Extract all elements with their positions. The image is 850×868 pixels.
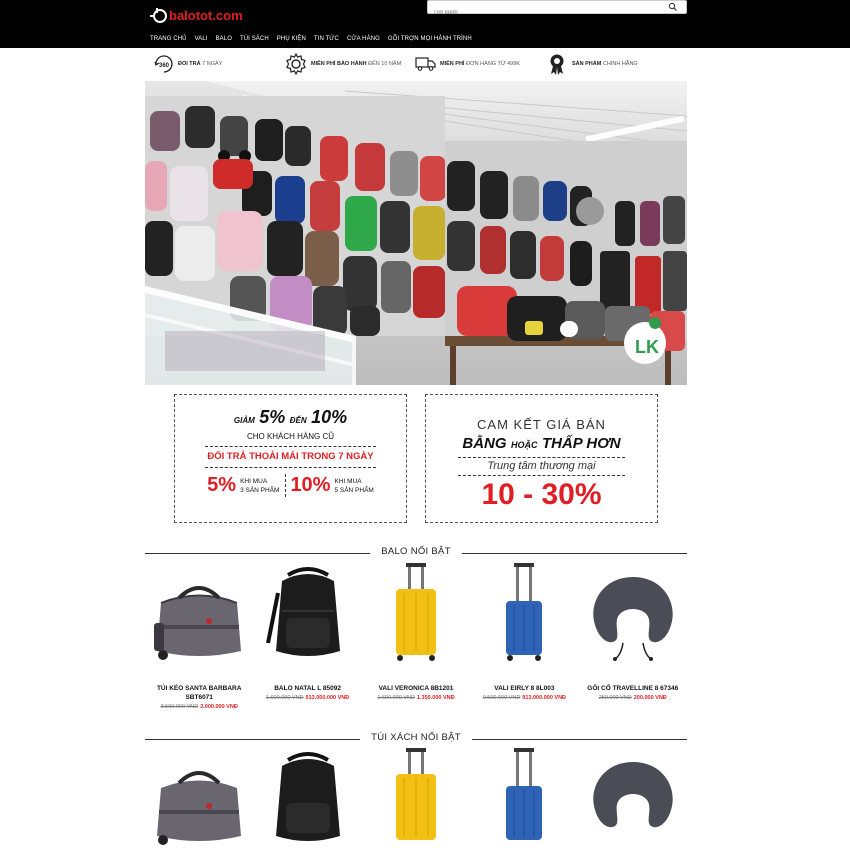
nav-item-tin-tuc[interactable]: TIN TỨC (314, 36, 339, 42)
benefit-returns-bold: ĐỔI TRẢ (178, 61, 201, 67)
section-title-balo-text: BALO NỔI BẬT (375, 546, 457, 557)
section-title-tui-xach-text: TÚI XÁCH NỔI BẬT (365, 732, 467, 743)
product-old-price: 1.600.000 VNĐ (265, 695, 304, 701)
promo2-line1: CAM KẾT GIÁ BÁN (477, 417, 606, 432)
product-old-price: 250.000 VNĐ (598, 695, 632, 701)
benefit-shipping-bold: MIỄN PHÍ (440, 61, 465, 67)
gear-icon (286, 52, 306, 76)
promo1-right-t2: 5 SẢN PHẨM (334, 486, 374, 494)
product-old-price: 1.600.000 VNĐ (377, 695, 415, 701)
benefit-authentic-bold: SẢN PHẨM (572, 61, 602, 67)
benefit-warranty: MIỄN PHÍ BẢO HÀNH ĐẾN 10 NĂM (284, 50, 401, 78)
site-logo[interactable]: balotot.com (148, 4, 243, 26)
product-card[interactable]: VALI EIRLY 8 8L003 0.500.000 VNĐ 913.000.… (470, 563, 578, 710)
product-name[interactable]: GỐI CỔ TRAVELLINE 8 67346 (579, 684, 687, 693)
benefit-returns-light: 7 NGÀY (202, 61, 223, 67)
nav-item-cua-hang[interactable]: CỬA HÀNG (347, 36, 380, 42)
nav-item-balo[interactable]: BALO (216, 36, 232, 42)
promo1-a: 5% (259, 407, 286, 427)
promo1-left-t1: KHI MUA (240, 477, 268, 485)
store-photo: LK (145, 81, 687, 385)
benefits-bar: 360 ĐỔI TRẢ 7 NGÀY MIỄN PHÍ BẢO HÀNH ĐẾN… (145, 50, 687, 78)
nav-item-goi[interactable]: GỐI TRỢN MỌI HÀNH TRÌNH (388, 36, 472, 42)
duffel-bag-icon (154, 586, 242, 660)
promo1-returns: ĐỔI TRẢ THOẢI MÁI TRONG 7 NGÀY (207, 451, 374, 462)
benefit-authentic-light: CHÍNH HÃNG (602, 61, 638, 67)
product-new-price: 200.000 VNĐ (633, 695, 667, 701)
yellow-suitcase-icon (395, 748, 436, 840)
award-icon (550, 54, 564, 75)
backpack-icon (265, 567, 340, 656)
promo2-line3: Trung tâm thương mại (487, 460, 596, 472)
promo2-line4: 10 - 30% (481, 478, 602, 511)
promo1-right-pct: 10% (290, 474, 331, 496)
search-input[interactable] (428, 7, 663, 19)
hero-banner[interactable]: LK (145, 81, 687, 385)
benefit-shipping: MIỄN PHÍ ĐƠN HÀNG TỪ 499K (415, 50, 520, 78)
product-list-tui-xach (145, 748, 687, 863)
product-card[interactable] (253, 748, 361, 863)
benefit-shipping-light: ĐƠN HÀNG TỪ 499K (465, 61, 520, 67)
product-new-price: 2.000.000 VNĐ (200, 704, 238, 710)
nav-item-phu-kien[interactable]: PHỤ KIỆN (277, 36, 306, 42)
product-name[interactable]: VALI EIRLY 8 8L003 (470, 684, 578, 693)
promo1-left-t2: 3 SẢN PHẨM (240, 486, 280, 494)
duffel-bag-icon (157, 771, 242, 845)
nav-item-tui-sach[interactable]: TÚI SÁCH (240, 36, 269, 42)
product-name[interactable]: TÚI KÉO SANTA BARBARA SBT6071 (145, 684, 253, 702)
promo1-pre: GIẢM (233, 416, 255, 425)
product-name[interactable]: BALO NATAL L 85092 (253, 684, 361, 693)
product-card[interactable] (470, 748, 578, 863)
blue-suitcase-icon (506, 748, 543, 840)
nav-item-vali[interactable]: VALI (195, 36, 208, 42)
neck-pillow-icon (593, 577, 673, 661)
promo1-left-pct: 5% (207, 474, 237, 496)
backpack-icon (275, 752, 340, 841)
product-name[interactable]: VALI VERONICA 8B1201 (362, 684, 470, 693)
nav-item-home[interactable]: TRANG CHỦ (150, 36, 187, 42)
benefit-warranty-light: ĐẾN 10 NĂM (368, 61, 402, 67)
promo-discount[interactable]: GIẢM 5% ĐẾN 10% CHO KHÁCH HÀNG CŨ ĐỔI TR… (174, 394, 407, 523)
product-list-balo: TÚI KÉO SANTA BARBARA SBT6071 3.500.000 … (145, 563, 687, 710)
product-old-price: 0.500.000 VNĐ (482, 695, 521, 701)
promo-price-commitment[interactable]: CAM KẾT GIÁ BÁN BẰNG HOẶC THẤP HƠN Trung… (425, 394, 658, 523)
neck-pillow-icon (593, 762, 673, 828)
promo1-b: 10% (311, 407, 348, 427)
logo-text: balotot.com (169, 7, 243, 23)
blue-suitcase-icon (506, 563, 543, 661)
truck-icon (415, 57, 436, 71)
benefit-warranty-bold: MIỄN PHÍ BẢO HÀNH (311, 61, 367, 67)
product-card[interactable]: TÚI KÉO SANTA BARBARA SBT6071 3.500.000 … (145, 563, 253, 710)
promo2-line2-c: THẤP HƠN (541, 435, 621, 452)
product-card[interactable] (145, 748, 253, 863)
promo2-line2-a: BẰNG (462, 435, 507, 452)
benefit-returns: 360 ĐỔI TRẢ 7 NGÀY (153, 50, 222, 78)
product-card[interactable]: VALI VERONICA 8B1201 1.600.000 VNĐ 1.350.… (362, 563, 470, 710)
360-icon: 360 (154, 55, 173, 73)
logo-icon (150, 8, 167, 23)
search-box (427, 0, 687, 19)
promo1-subtitle: CHO KHÁCH HÀNG CŨ (246, 432, 335, 441)
product-card[interactable] (362, 748, 470, 863)
promo1-right-t1: KHI MUA (334, 477, 362, 485)
main-nav: TRANG CHỦ VALI BALO TÚI SÁCH PHỤ KIỆN TI… (150, 36, 480, 42)
product-new-price: 913.000.000 VNĐ (305, 695, 350, 701)
product-card[interactable]: GỐI CỔ TRAVELLINE 8 67346 250.000 VNĐ 200… (579, 563, 687, 710)
svg-text:LK: LK (635, 337, 659, 357)
product-old-price: 3.500.000 VNĐ (160, 704, 199, 710)
product-card[interactable] (579, 748, 687, 863)
promo2-line2-b: HOẶC (511, 440, 538, 450)
site-header: balotot.com TRANG CHỦ VALI BALO TÚI SÁCH… (0, 0, 850, 48)
yellow-suitcase-icon (395, 563, 436, 661)
section-title-balo: BALO NỔI BẬT (145, 546, 687, 560)
svg-text:360: 360 (159, 63, 170, 69)
product-new-price: 1.350.000 VNĐ (416, 695, 455, 701)
promo1-mid: ĐẾN (289, 416, 307, 425)
product-new-price: 913.000.000 VNĐ (522, 695, 567, 701)
search-icon[interactable] (668, 2, 678, 12)
product-card[interactable]: BALO NATAL L 85092 1.600.000 VNĐ 913.000.… (253, 563, 361, 710)
section-title-tui-xach: TÚI XÁCH NỔI BẬT (145, 732, 687, 746)
benefit-authentic: SẢN PHẨM CHÍNH HÃNG (547, 50, 638, 78)
